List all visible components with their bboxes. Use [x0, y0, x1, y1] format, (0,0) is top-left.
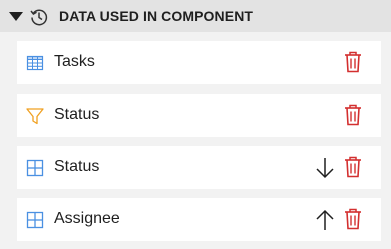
trash-icon[interactable]: [344, 51, 362, 73]
history-icon: [30, 9, 48, 26]
list-item-assignee[interactable]: Assignee: [17, 198, 381, 241]
item-label: Status: [54, 158, 100, 175]
trash-icon[interactable]: [344, 104, 362, 126]
list-item-status-dimension[interactable]: Status: [17, 146, 381, 189]
list-item-tasks[interactable]: Tasks: [17, 41, 381, 84]
trash-icon[interactable]: [344, 156, 362, 178]
filter-icon: [26, 108, 44, 125]
item-label: Tasks: [54, 53, 95, 70]
arrow-down-icon[interactable]: [314, 156, 336, 180]
triangle-down-icon[interactable]: [9, 12, 23, 22]
arrow-up-icon[interactable]: [314, 208, 336, 232]
panel-title: DATA USED IN COMPONENT: [59, 8, 254, 24]
item-label: Status: [54, 106, 100, 123]
list-item-status-filter[interactable]: Status: [17, 94, 381, 137]
panel-header[interactable]: DATA USED IN COMPONENT: [0, 0, 391, 32]
grid-dimension-icon: [26, 159, 44, 177]
grid-dimension-icon: [26, 211, 44, 229]
item-label: Assignee: [54, 210, 120, 227]
table-icon: [26, 55, 44, 71]
trash-icon[interactable]: [344, 208, 362, 230]
